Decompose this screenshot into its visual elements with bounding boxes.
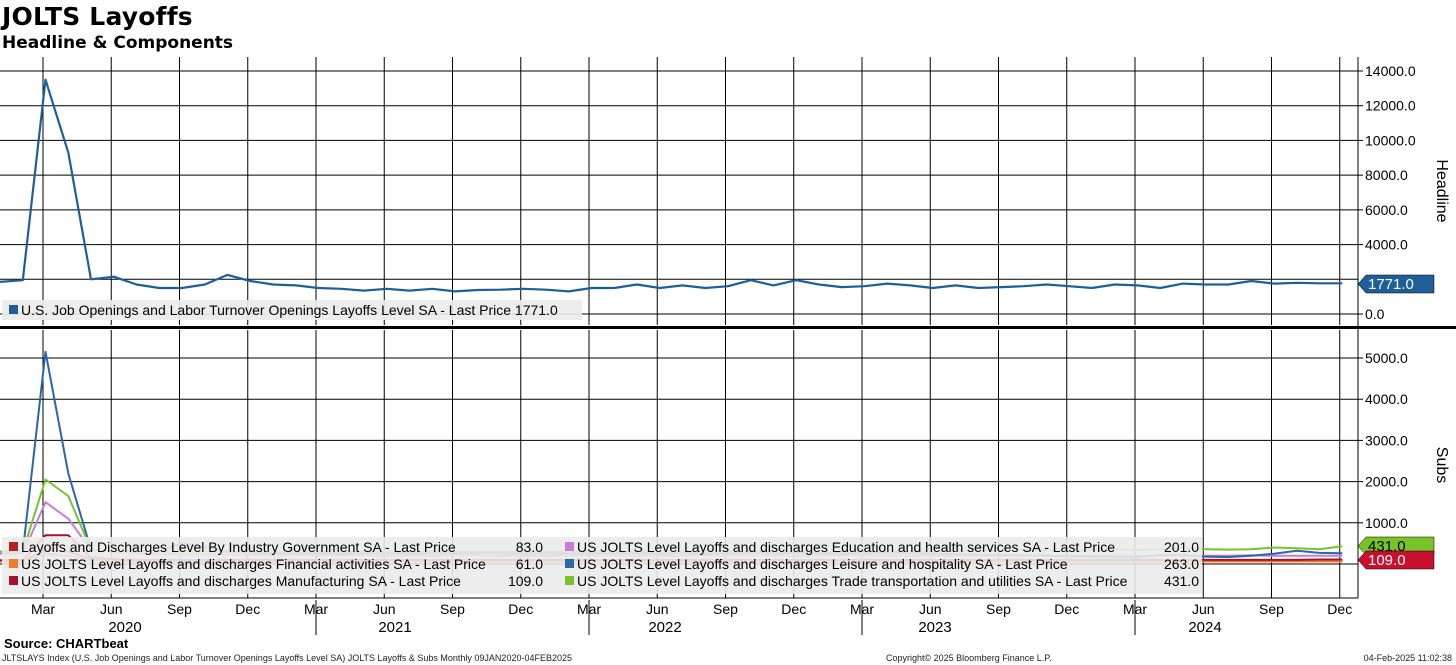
series-line-leisure — [0, 350, 1343, 559]
x-tick-label: Dec — [1327, 601, 1352, 617]
legend-label-manufacturing: US JOLTS Level Layoffs and discharges Ma… — [21, 573, 461, 589]
x-tick-label: Dec — [781, 601, 806, 617]
legend-label-education_health: US JOLTS Level Layoffs and discharges Ed… — [577, 539, 1115, 555]
x-tick-label: Jun — [100, 601, 123, 617]
x-year-label: 2023 — [918, 619, 951, 636]
manufacturing-last-tag-label: 109.0 — [1368, 552, 1406, 569]
legend-label-trade: US JOLTS Level Layoffs and discharges Tr… — [577, 573, 1128, 589]
x-tick-label: Sep — [713, 601, 738, 617]
legend-swatch-manufacturing — [9, 576, 18, 585]
y-tick-label-bottom: 5000.0 — [1365, 350, 1408, 366]
legend-price-trade: 431.0 — [1164, 573, 1199, 589]
x-tick-label: Jun — [373, 601, 396, 617]
x-tick-label: Mar — [31, 601, 55, 617]
x-tick-label: Jun — [646, 601, 669, 617]
x-tick-label: Dec — [508, 601, 533, 617]
panel-label-subs: Subs — [1433, 447, 1450, 483]
y-tick-label-top: 0.0 — [1365, 306, 1385, 322]
y-tick-label-top: 10000.0 — [1365, 132, 1416, 148]
y-tick-label-top: 8000.0 — [1365, 167, 1408, 183]
x-tick-label: Jun — [919, 601, 942, 617]
legend-swatch-financial — [9, 559, 18, 568]
x-year-label: 2022 — [648, 619, 681, 636]
x-year-label: 2020 — [108, 619, 141, 636]
x-tick-label: Sep — [167, 601, 192, 617]
legend-label-leisure: US JOLTS Level Layoffs and discharges Le… — [577, 556, 1068, 572]
series-layer — [0, 78, 1343, 563]
legend-swatch-education_health — [565, 542, 574, 551]
footer-copyright: Copyright© 2025 Bloomberg Finance L.P. — [886, 653, 1052, 663]
y-tick-label-top: 12000.0 — [1365, 98, 1416, 114]
headline-last-tag-label: 1771.0 — [1368, 276, 1414, 293]
legend-price-manufacturing: 109.0 — [508, 573, 543, 589]
x-year-label: 2021 — [378, 619, 411, 636]
legend-label-financial: US JOLTS Level Layoffs and discharges Fi… — [21, 556, 486, 572]
legend-label-government: Layoffs and Discharges Level By Industry… — [21, 539, 456, 555]
legend-label-headline: U.S. Job Openings and Labor Turnover Ope… — [21, 302, 558, 318]
legend-price-financial: 61.0 — [516, 556, 543, 572]
series-line-headline — [0, 78, 1343, 293]
x-tick-label: Sep — [986, 601, 1011, 617]
legend-price-government: 83.0 — [516, 539, 543, 555]
x-tick-label: Sep — [1259, 601, 1284, 617]
legend-swatch-headline — [9, 305, 18, 314]
y-tick-label-top: 14000.0 — [1365, 63, 1416, 79]
y-tick-label-top: 4000.0 — [1365, 237, 1408, 253]
legend-layer: U.S. Job Openings and Labor Turnover Ope… — [2, 274, 1435, 594]
y-tick-label-bottom: 4000.0 — [1365, 391, 1408, 407]
x-tick-label: Dec — [1054, 601, 1079, 617]
source-label: Source: CHARTbeat — [4, 636, 129, 651]
legend-price-leisure: 263.0 — [1164, 556, 1199, 572]
y-tick-label-bottom: 3000.0 — [1365, 432, 1408, 448]
footer-timestamp: 04-Feb-2025 11:02:38 — [1363, 653, 1452, 663]
legend-swatch-leisure — [565, 559, 574, 568]
chart-canvas: Mar Jun Sep Dec Mar Jun Sep Dec Mar Jun Sep Dec Mar J… — [0, 57, 1456, 636]
x-tick-label: Sep — [440, 601, 465, 617]
x-year-label: 2024 — [1188, 619, 1221, 636]
y-tick-label-bottom: 1000.0 — [1365, 515, 1408, 531]
y-tick-label-bottom: 2000.0 — [1365, 474, 1408, 490]
y-tick-label-top: 6000.0 — [1365, 202, 1408, 218]
x-tick-label: Jun — [1192, 601, 1215, 617]
panel-label-headline: Headline — [1433, 159, 1450, 222]
legend-swatch-government — [9, 542, 18, 551]
footer-description: JLTSLAYS Index (U.S. Job Openings and La… — [2, 653, 572, 663]
legend-swatch-trade — [565, 576, 574, 585]
x-tick-label: Dec — [235, 601, 260, 617]
legend-price-education_health: 201.0 — [1164, 539, 1199, 555]
